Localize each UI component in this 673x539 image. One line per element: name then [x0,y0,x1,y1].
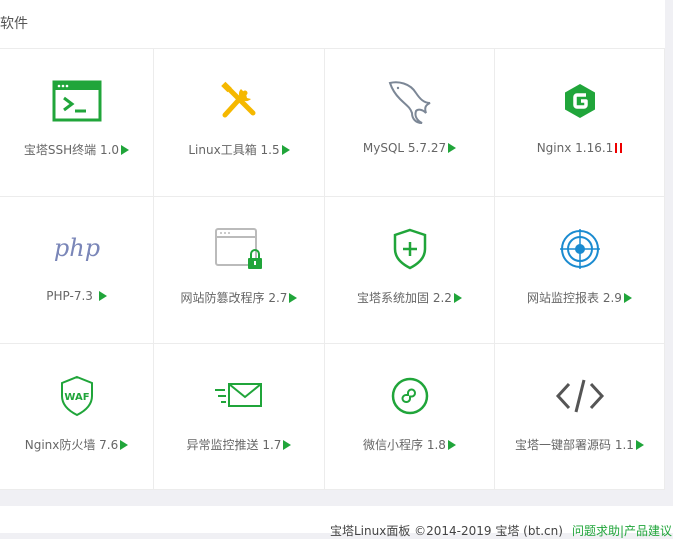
nginx-icon [552,77,608,125]
scrollbar-gutter [665,0,673,490]
code-icon [552,372,608,420]
app-label: 网站监控报表 2.9 [495,289,664,306]
copyright-text: 宝塔Linux面板 ©2014-2019 宝塔 (bt.cn) [330,524,563,538]
play-icon[interactable] [623,293,632,303]
app-label: Nginx 1.16.1 [495,141,664,155]
mail-send-icon [211,372,267,420]
app-tile-ssh-terminal[interactable]: 宝塔SSH终端 1.0 [0,49,154,197]
app-label: 网站防篡改程序 2.7 [154,289,324,306]
play-icon[interactable] [281,145,290,155]
app-tile-linux-toolbox[interactable]: Linux工具箱 1.5 [154,49,325,197]
play-icon[interactable] [635,440,644,450]
app-label: Nginx防火墙 7.6 [0,436,153,453]
play-icon[interactable] [447,440,456,450]
feedback-link[interactable]: 问题求助|产品建议 [572,522,672,539]
play-icon[interactable] [448,143,457,153]
play-icon[interactable] [121,145,130,155]
app-tile-one-click-deploy[interactable]: 宝塔一键部署源码 1.1 [495,344,665,490]
app-tile-site-monitor-report[interactable]: 网站监控报表 2.9 [495,197,665,344]
play-icon[interactable] [289,293,298,303]
app-label: 微信小程序 1.8 [325,436,494,453]
app-label: 宝塔一键部署源码 1.1 [495,436,664,453]
play-icon[interactable] [98,291,107,301]
play-icon[interactable] [120,440,129,450]
app-label: 宝塔SSH终端 1.0 [0,141,153,158]
app-label: 异常监控推送 1.7 [154,436,324,453]
app-tile-php[interactable]: php PHP-7.3 [0,197,154,344]
app-tile-nginx-firewall[interactable]: WAF Nginx防火墙 7.6 [0,344,154,490]
shield-plus-icon [382,225,438,273]
target-icon [552,225,608,273]
play-icon[interactable] [453,293,462,303]
app-label: PHP-7.3 [0,289,153,303]
pause-icon[interactable] [615,143,623,153]
footer: 宝塔Linux面板 ©2014-2019 宝塔 (bt.cn) 问题求助|产品建… [0,506,673,538]
mysql-dolphin-icon [382,77,438,125]
play-icon[interactable] [283,440,292,450]
panel-title: 软件 [0,16,28,32]
tools-icon [211,77,267,125]
browser-lock-icon [211,225,267,273]
software-panel: 软件 宝塔SSH终端 1.0 Linux工具箱 1.5 MySQL 5.7.27… [0,0,665,490]
svg-text:php: php [53,234,99,262]
svg-text:WAF: WAF [64,392,89,403]
php-icon: php [49,225,105,273]
app-tile-alert-push[interactable]: 异常监控推送 1.7 [154,344,325,490]
app-tile-tamper-protection[interactable]: 网站防篡改程序 2.7 [154,197,325,344]
app-label: Linux工具箱 1.5 [154,141,324,158]
waf-shield-icon: WAF [49,372,105,420]
terminal-icon [49,77,105,125]
app-tile-nginx[interactable]: Nginx 1.16.1 [495,49,665,197]
app-label: 宝塔系统加固 2.2 [325,289,494,306]
app-grid: 宝塔SSH终端 1.0 Linux工具箱 1.5 MySQL 5.7.27 Ng… [0,49,665,490]
mini-program-icon [382,372,438,420]
app-tile-mysql[interactable]: MySQL 5.7.27 [325,49,495,197]
app-tile-wechat-mini-program[interactable]: 微信小程序 1.8 [325,344,495,490]
app-tile-system-hardening[interactable]: 宝塔系统加固 2.2 [325,197,495,344]
app-label: MySQL 5.7.27 [325,141,494,155]
